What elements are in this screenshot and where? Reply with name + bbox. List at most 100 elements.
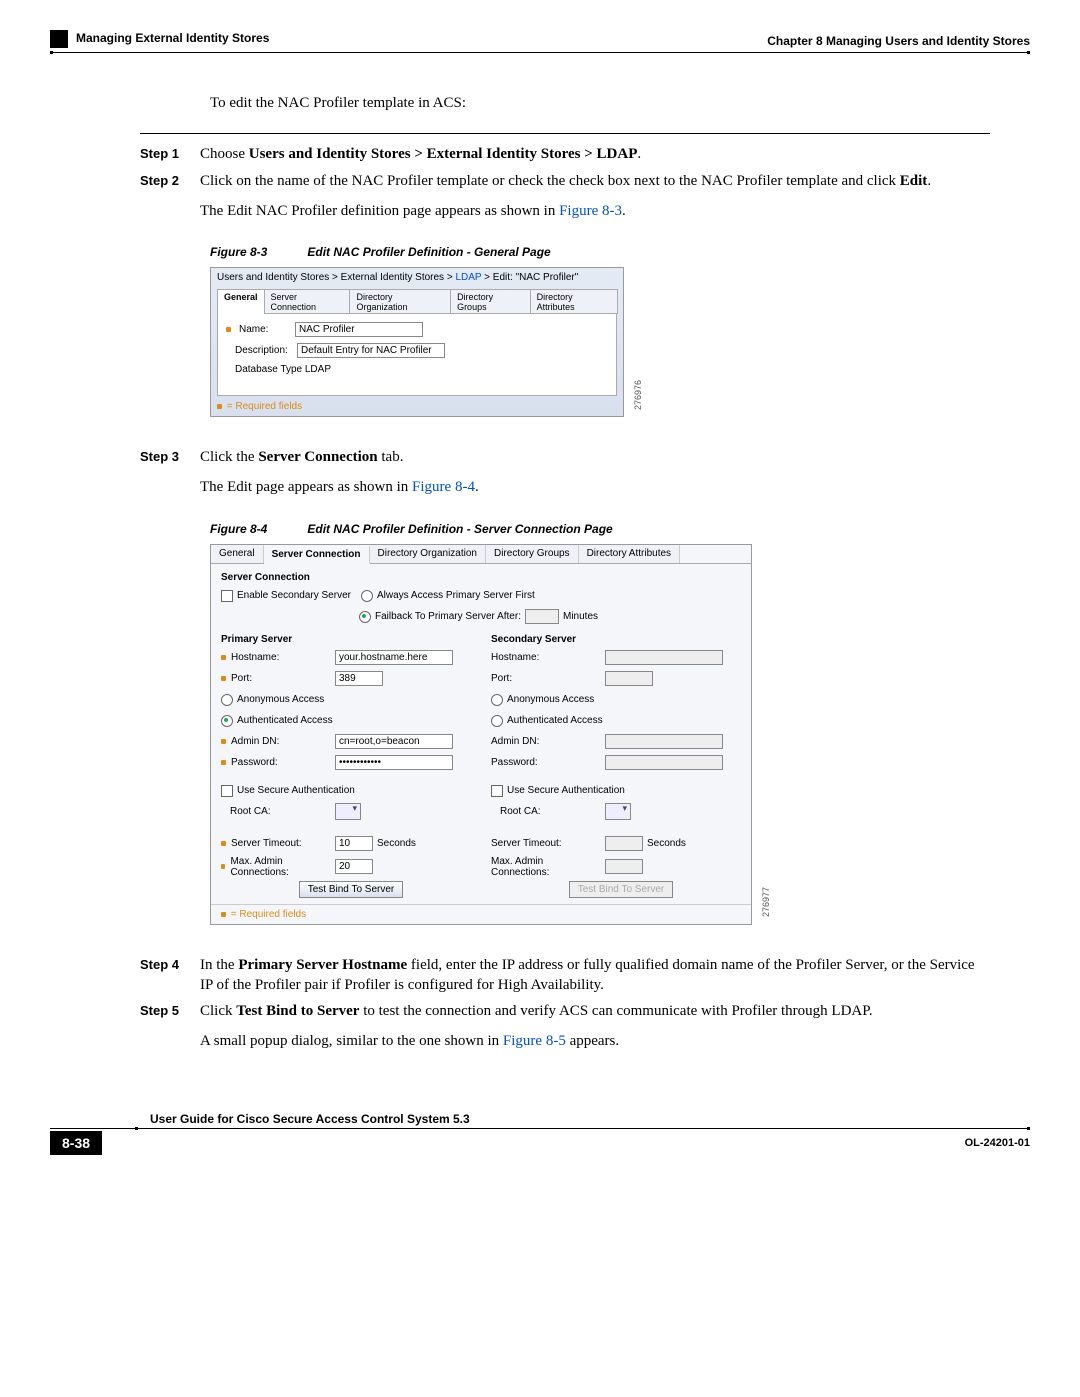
secondary-rootca-dropdown[interactable] — [605, 803, 631, 820]
figure-8-4: General Server Connection Directory Orga… — [210, 544, 752, 925]
dbtype-label: Database Type LDAP — [235, 364, 331, 375]
always-first-label: Always Access Primary Server First — [377, 590, 535, 601]
admindn-label: Admin DN: — [231, 736, 279, 747]
failback-field[interactable] — [525, 609, 559, 624]
figure-8-3: Users and Identity Stores > External Ide… — [210, 267, 624, 417]
sec-auth-label: Authenticated Access — [507, 715, 603, 726]
tab-directory-organization[interactable]: Directory Organization — [370, 545, 486, 563]
primary-admindn-field[interactable] — [335, 734, 453, 749]
failback-unit: Minutes — [563, 611, 598, 622]
timeout-label: Server Timeout: — [231, 838, 302, 849]
corner-square — [50, 30, 68, 48]
tab-directory-groups[interactable]: Directory Groups — [486, 545, 579, 563]
step1-body: Choose Users and Identity Stores > Exter… — [200, 144, 990, 164]
sec-hostname-label: Hostname: — [491, 652, 539, 663]
server-connection-title: Server Connection — [221, 572, 741, 583]
step4-label: Step 4 — [140, 955, 200, 996]
sec-timeout-unit: Seconds — [647, 838, 686, 849]
secondary-secure-checkbox[interactable] — [491, 785, 503, 797]
steps-rule — [140, 133, 990, 134]
fig-code: 276977 — [761, 887, 771, 917]
header-rule — [50, 52, 1030, 53]
primary-password-field[interactable] — [335, 755, 453, 770]
sec-timeout-label: Server Timeout: — [491, 838, 562, 849]
step3-label: Step 3 — [140, 447, 200, 498]
primary-port-field[interactable] — [335, 671, 383, 686]
primary-auth-radio[interactable] — [221, 715, 233, 727]
secondary-timeout-field[interactable] — [605, 836, 643, 851]
primary-anon-radio[interactable] — [221, 694, 233, 706]
step3-body: Click the Server Connection tab. The Edi… — [200, 447, 990, 498]
footer-guide: User Guide for Cisco Secure Access Contr… — [150, 1112, 1030, 1126]
sec-admindn-label: Admin DN: — [491, 736, 539, 747]
timeout-unit: Seconds — [377, 838, 416, 849]
primary-hostname-field[interactable] — [335, 650, 453, 665]
tab-server-connection[interactable]: Server Connection — [264, 289, 351, 314]
page-number: 8-38 — [50, 1131, 102, 1155]
sec-maxconn-label: Max. Admin Connections: — [491, 856, 601, 878]
step5-body: Click Test Bind to Server to test the co… — [200, 1001, 990, 1052]
intro-text: To edit the NAC Profiler template in ACS… — [210, 93, 990, 113]
tab-directory-attributes[interactable]: Directory Attributes — [579, 545, 680, 563]
tab-directory-attributes[interactable]: Directory Attributes — [530, 289, 618, 314]
always-first-radio[interactable] — [361, 590, 373, 602]
failback-radio[interactable] — [359, 611, 371, 623]
chapter-name: Chapter 8 Managing Users and Identity St… — [767, 34, 1030, 48]
secondary-admindn-field[interactable] — [605, 734, 723, 749]
primary-title: Primary Server — [221, 634, 481, 645]
tab-server-connection[interactable]: Server Connection — [264, 546, 370, 564]
desc-label: Description: — [235, 345, 291, 356]
maxconn-label: Max. Admin Connections: — [230, 856, 331, 878]
tab-general[interactable]: General — [217, 289, 265, 314]
secondary-maxconn-field[interactable] — [605, 859, 643, 874]
tab-directory-groups[interactable]: Directory Groups — [450, 289, 531, 314]
required-note: = Required fields — [211, 904, 751, 924]
name-field[interactable] — [295, 322, 423, 337]
name-label: Name: — [239, 324, 289, 335]
primary-secure-checkbox[interactable] — [221, 785, 233, 797]
rootca-label: Root CA: — [230, 806, 271, 817]
required-note: = Required fields — [217, 397, 617, 416]
primary-rootca-dropdown[interactable] — [335, 803, 361, 820]
desc-field[interactable] — [297, 343, 445, 358]
step4-body: In the Primary Server Hostname field, en… — [200, 955, 990, 996]
section-name: Managing External Identity Stores — [76, 31, 269, 45]
primary-test-bind-button[interactable]: Test Bind To Server — [299, 881, 404, 898]
tab-general[interactable]: General — [211, 545, 264, 563]
failback-label: Failback To Primary Server After: — [375, 611, 521, 622]
auth-label: Authenticated Access — [237, 715, 333, 726]
password-label: Password: — [231, 757, 278, 768]
secondary-port-field[interactable] — [605, 671, 653, 686]
secure-label: Use Secure Authentication — [237, 785, 355, 796]
enable-secondary-label: Enable Secondary Server — [237, 590, 357, 601]
fig84-caption: Figure 8-4Edit NAC Profiler Definition -… — [210, 522, 990, 536]
breadcrumb: Users and Identity Stores > External Ide… — [217, 272, 617, 283]
sec-port-label: Port: — [491, 673, 512, 684]
secondary-auth-radio[interactable] — [491, 715, 503, 727]
sec-password-label: Password: — [491, 757, 538, 768]
doc-id: OL-24201-01 — [965, 1137, 1030, 1149]
fig-code: 276976 — [633, 380, 643, 410]
secondary-anon-radio[interactable] — [491, 694, 503, 706]
primary-maxconn-field[interactable] — [335, 859, 373, 874]
primary-timeout-field[interactable] — [335, 836, 373, 851]
fig83-caption: Figure 8-3Edit NAC Profiler Definition -… — [210, 245, 990, 259]
sec-secure-label: Use Secure Authentication — [507, 785, 625, 796]
step5-label: Step 5 — [140, 1001, 200, 1052]
sec-rootca-label: Root CA: — [500, 806, 541, 817]
anon-label: Anonymous Access — [237, 694, 324, 705]
step1-label: Step 1 — [140, 144, 200, 164]
hostname-label: Hostname: — [231, 652, 279, 663]
sec-anon-label: Anonymous Access — [507, 694, 594, 705]
secondary-password-field[interactable] — [605, 755, 723, 770]
secondary-hostname-field[interactable] — [605, 650, 723, 665]
step2-body: Click on the name of the NAC Profiler te… — [200, 171, 990, 222]
step2-label: Step 2 — [140, 171, 200, 222]
footer-rule — [50, 1128, 1030, 1129]
secondary-title: Secondary Server — [491, 634, 751, 645]
port-label: Port: — [231, 673, 252, 684]
required-dot — [226, 327, 231, 332]
enable-secondary-checkbox[interactable] — [221, 590, 233, 602]
secondary-test-bind-button: Test Bind To Server — [569, 881, 674, 898]
tab-directory-organization[interactable]: Directory Organization — [349, 289, 451, 314]
